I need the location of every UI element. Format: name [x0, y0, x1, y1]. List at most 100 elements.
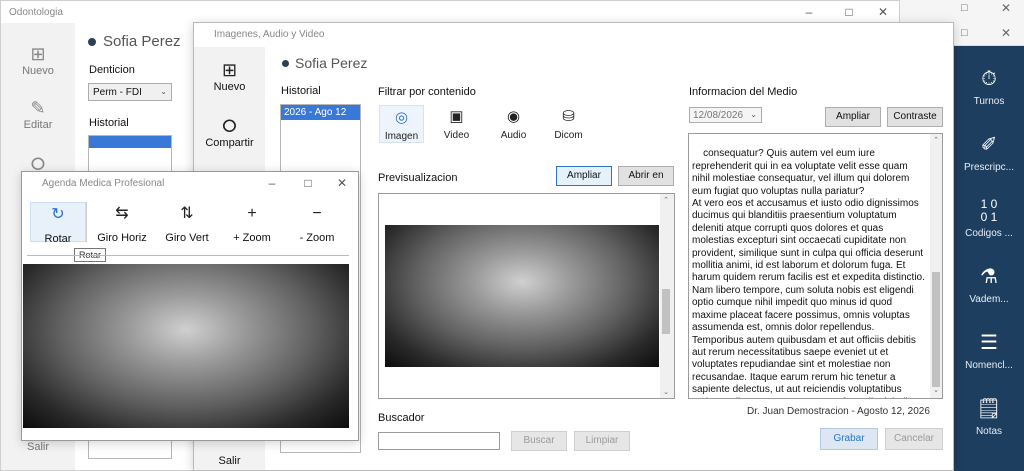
cancelar-button[interactable]: Cancelar [885, 428, 943, 450]
historial-item-selected[interactable] [89, 136, 171, 148]
tool-label: - Zoom [299, 232, 335, 244]
buscador-label: Buscador [378, 412, 425, 424]
patient-dot [282, 60, 289, 67]
preview-scrollbar[interactable]: ⌃ ⌄ [660, 194, 674, 398]
back-close-button[interactable]: ✕ [1001, 1, 1011, 15]
binary-icon: 1 00 1 [980, 197, 998, 224]
salir-label: Salir [26, 441, 49, 453]
back-close-button-2[interactable]: ✕ [1001, 26, 1011, 40]
abrir-en-button[interactable]: Abrir en [618, 166, 674, 186]
tab-label: Dicom [554, 130, 583, 141]
preview-label: Previsualizacion [378, 172, 458, 184]
image-divider [27, 255, 349, 256]
signature-text: Dr. Juan Demostracion - Agosto 12, 2026 [747, 406, 930, 417]
search-input[interactable] [378, 432, 500, 450]
rail-item-notas[interactable]: 🗒 Notas [954, 396, 1024, 437]
tab-dicom[interactable]: ⛁ Dicom [546, 108, 591, 141]
denticion-select[interactable]: Perm - FDI ⌄ [88, 83, 172, 101]
rail-item-label: Nomencl... [965, 360, 1013, 371]
scroll-up-icon[interactable]: ⌃ [930, 135, 942, 147]
nuevo-label: Nuevo [22, 65, 54, 77]
tab-imagen[interactable]: ◎ Imagen [379, 105, 424, 143]
zoom-in-icon: + [247, 205, 257, 222]
edit-icon: ✎ [30, 98, 46, 118]
media-titlebar: Imagenes, Audio y Video [194, 23, 953, 45]
rail-item-codigos[interactable]: 1 00 1 Codigos ... [954, 197, 1024, 240]
camera-icon: ◎ [394, 109, 409, 126]
salir-button[interactable]: Salir [1, 441, 75, 453]
flip-horizontal-icon: ⇆ [115, 205, 129, 222]
rail-item-label: Vadem... [969, 294, 1009, 305]
rotate-icon: ↻ [51, 206, 65, 223]
rotar-button[interactable]: ↻ Rotar [30, 202, 86, 245]
giro-horiz-button[interactable]: ⇆ Giro Horiz [93, 204, 151, 244]
close-button[interactable]: ✕ [324, 172, 358, 194]
rail-item-label: Turnos [973, 96, 1005, 107]
notes-icon: 🗒 [976, 398, 1002, 420]
notes-scrollbar[interactable]: ⌃ ⌄ [930, 134, 942, 398]
scroll-down-icon[interactable]: ⌄ [930, 385, 942, 397]
ampliar-info-button[interactable]: Ampliar [825, 107, 881, 127]
grabar-button[interactable]: Grabar [820, 428, 878, 450]
rail-item-turnos[interactable]: ⏱ Turnos [954, 66, 1024, 107]
chevron-down-icon: ⌄ [160, 87, 167, 96]
tab-video[interactable]: ▣ Video [434, 108, 479, 141]
right-nav-rail: ⏱ Turnos ✐ Prescripc... 1 00 1 Codigos .… [954, 46, 1024, 471]
notes-textbox[interactable]: consequatur? Quis autem vel eum iure rep… [688, 133, 943, 399]
tab-label: Video [443, 130, 470, 141]
rail-item-prescripciones[interactable]: ✐ Prescripc... [954, 132, 1024, 173]
ampliar-button[interactable]: Ampliar [556, 166, 612, 186]
filter-label: Filtrar por contenido [378, 86, 476, 98]
zoom-out-button[interactable]: − - Zoom [288, 204, 346, 244]
flask-icon: ⚗ [980, 266, 998, 288]
patient-name: Sofia Perez [103, 33, 181, 50]
window-title: Odontologia [9, 7, 63, 18]
compartir-button[interactable]: ⭘ Compartir [194, 115, 265, 149]
zoom-in-button[interactable]: + + Zoom [223, 204, 281, 244]
historial-item-selected[interactable]: 2026 - Ago 12 [281, 105, 360, 120]
notes-text: consequatur? Quis autem vel eum iure rep… [692, 148, 925, 398]
window-title: Agenda Medica Profesional [42, 178, 165, 189]
salir-button[interactable]: Salir [194, 455, 265, 467]
scroll-up-icon[interactable]: ⌃ [660, 196, 672, 204]
scroll-down-icon[interactable]: ⌄ [660, 388, 672, 396]
patient-dot [88, 38, 96, 46]
rail-item-nomenclador[interactable]: ☰ Nomencl... [954, 330, 1024, 371]
share-icon: ⭘ [222, 116, 237, 136]
compartir-label: Compartir [205, 137, 254, 149]
giro-vert-button[interactable]: ⇅ Giro Vert [158, 204, 216, 244]
maximize-button[interactable]: □ [290, 172, 326, 194]
rail-item-label: Codigos ... [965, 228, 1013, 239]
tool-label: Giro Horiz [97, 232, 147, 244]
tab-audio[interactable]: ◉ Audio [491, 108, 536, 141]
clock-icon: ⏱ [981, 68, 997, 90]
contraste-button[interactable]: Contraste [887, 107, 943, 127]
editar-label: Editar [23, 119, 53, 131]
toolbar-separator [86, 202, 87, 242]
rail-item-vademecum[interactable]: ⚗ Vadem... [954, 264, 1024, 305]
agenda-xray-image [23, 264, 349, 428]
minimize-button[interactable]: – [254, 172, 290, 194]
salir-label: Salir [218, 455, 241, 467]
flip-vertical-icon: ⇅ [180, 205, 194, 222]
close-button[interactable]: ✕ [865, 1, 899, 23]
dicom-icon: ⛁ [562, 108, 575, 125]
scroll-thumb[interactable] [932, 272, 940, 387]
nuevo-button[interactable]: ⊞ Nuevo [1, 43, 75, 77]
scroll-thumb[interactable] [662, 289, 670, 334]
preview-panel: ⌃ ⌄ [378, 193, 675, 399]
denticion-label: Denticion [89, 64, 135, 76]
minimize-button[interactable]: – [791, 1, 827, 23]
zoom-out-icon: − [312, 205, 322, 222]
date-value: 12/08/2026 [693, 110, 744, 121]
back-maximize-button-2[interactable]: □ [961, 27, 968, 39]
video-icon: ▣ [449, 108, 464, 125]
maximize-button[interactable]: □ [831, 1, 867, 23]
limpiar-button[interactable]: Limpiar [574, 431, 630, 451]
date-picker[interactable]: 12/08/2026 ⌄ [689, 107, 762, 123]
patient-name: Sofia Perez [295, 55, 368, 71]
editar-button[interactable]: ✎ Editar [1, 97, 75, 131]
back-maximize-button[interactable]: □ [961, 2, 968, 14]
nuevo-button[interactable]: ⊞ Nuevo [194, 59, 265, 93]
buscar-button[interactable]: Buscar [511, 431, 567, 451]
